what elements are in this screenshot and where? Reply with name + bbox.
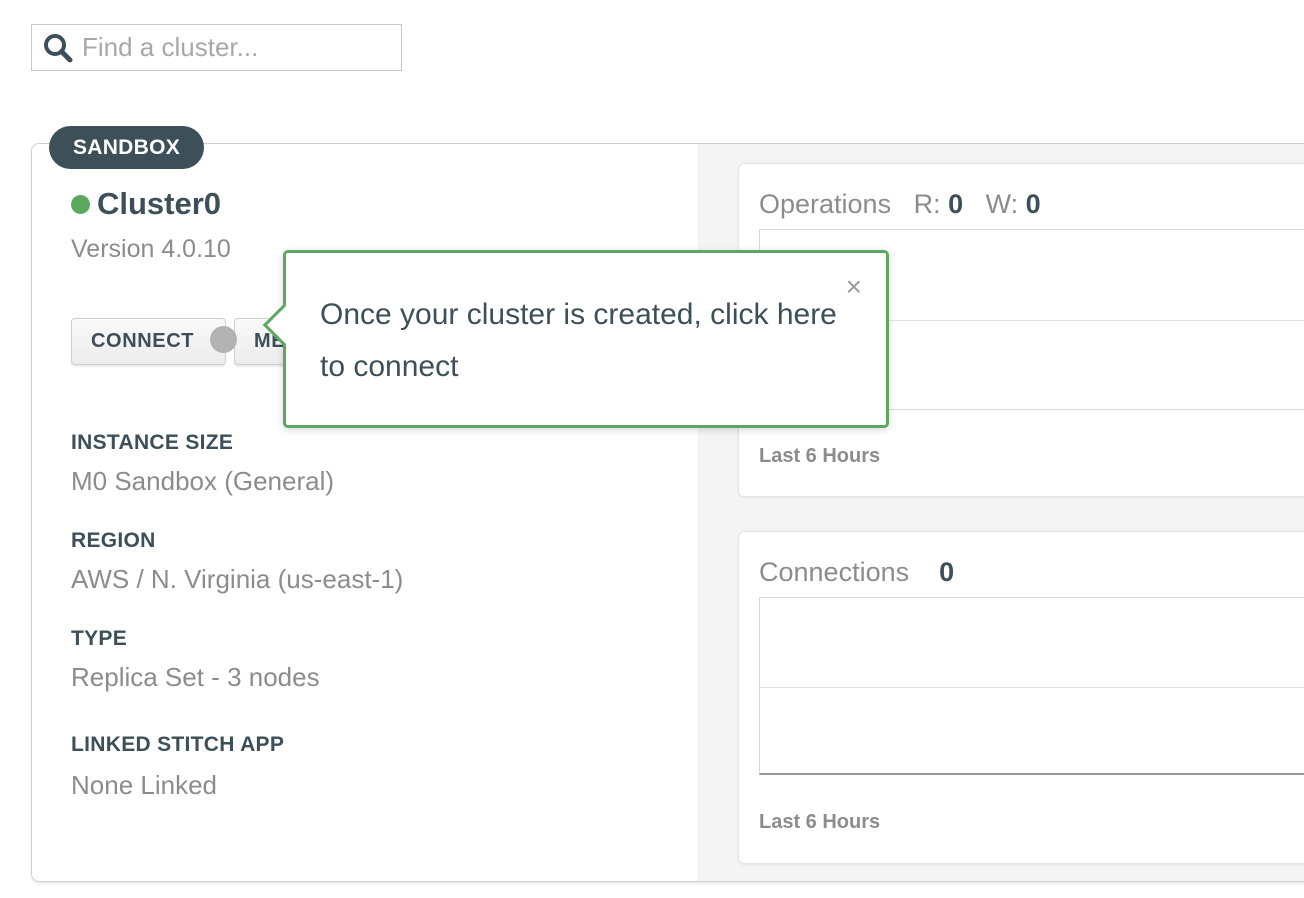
linked-stitch-app-value[interactable]: None Linked — [71, 770, 217, 801]
close-icon[interactable]: × — [846, 271, 862, 303]
writes-value: 0 — [1025, 189, 1041, 219]
region-label: REGION — [71, 529, 156, 552]
search-input[interactable] — [80, 31, 380, 64]
connections-timeframe: Last 6 Hours — [759, 811, 881, 833]
connections-label: Connections — [759, 557, 910, 587]
search-icon — [44, 33, 73, 62]
status-indicator — [71, 194, 90, 214]
region-value: AWS / N. Virginia (us-east-1) — [71, 564, 404, 594]
operations-title: Operations R: 0 W: 0 — [759, 189, 1041, 220]
connect-tooltip: Once your cluster is created, click here… — [262, 250, 889, 428]
instance-size-value: M0 Sandbox (General) — [71, 466, 335, 496]
tier-badge: SANDBOX — [49, 126, 204, 169]
connect-button[interactable]: CONNECT — [71, 318, 226, 365]
operations-timeframe: Last 6 Hours — [759, 445, 881, 467]
operations-label: Operations — [759, 189, 892, 219]
connections-title: Connections 0 — [759, 557, 954, 588]
tooltip-text: Once your cluster is created, click here… — [320, 298, 837, 383]
instance-size-label: INSTANCE SIZE — [71, 431, 234, 454]
connections-value: 0 — [939, 557, 955, 587]
cluster-title: Cluster0 — [71, 186, 221, 222]
type-value: Replica Set - 3 nodes — [71, 662, 320, 692]
writes-label: W: — [985, 189, 1019, 219]
connections-chart — [759, 597, 1304, 775]
cluster-search[interactable] — [31, 24, 402, 71]
tour-hotspot[interactable] — [210, 326, 237, 353]
chart-gridline — [760, 687, 1304, 688]
reads-value: 0 — [948, 189, 964, 219]
linked-stitch-app-label: LINKED STITCH APP — [71, 733, 285, 756]
cluster-name[interactable]: Cluster0 — [97, 186, 221, 222]
type-label: TYPE — [71, 627, 128, 650]
reads-label: R: — [913, 189, 941, 219]
connections-panel: Connections 0 Last 6 Hours — [738, 531, 1304, 864]
cluster-version: Version 4.0.10 — [71, 235, 231, 263]
